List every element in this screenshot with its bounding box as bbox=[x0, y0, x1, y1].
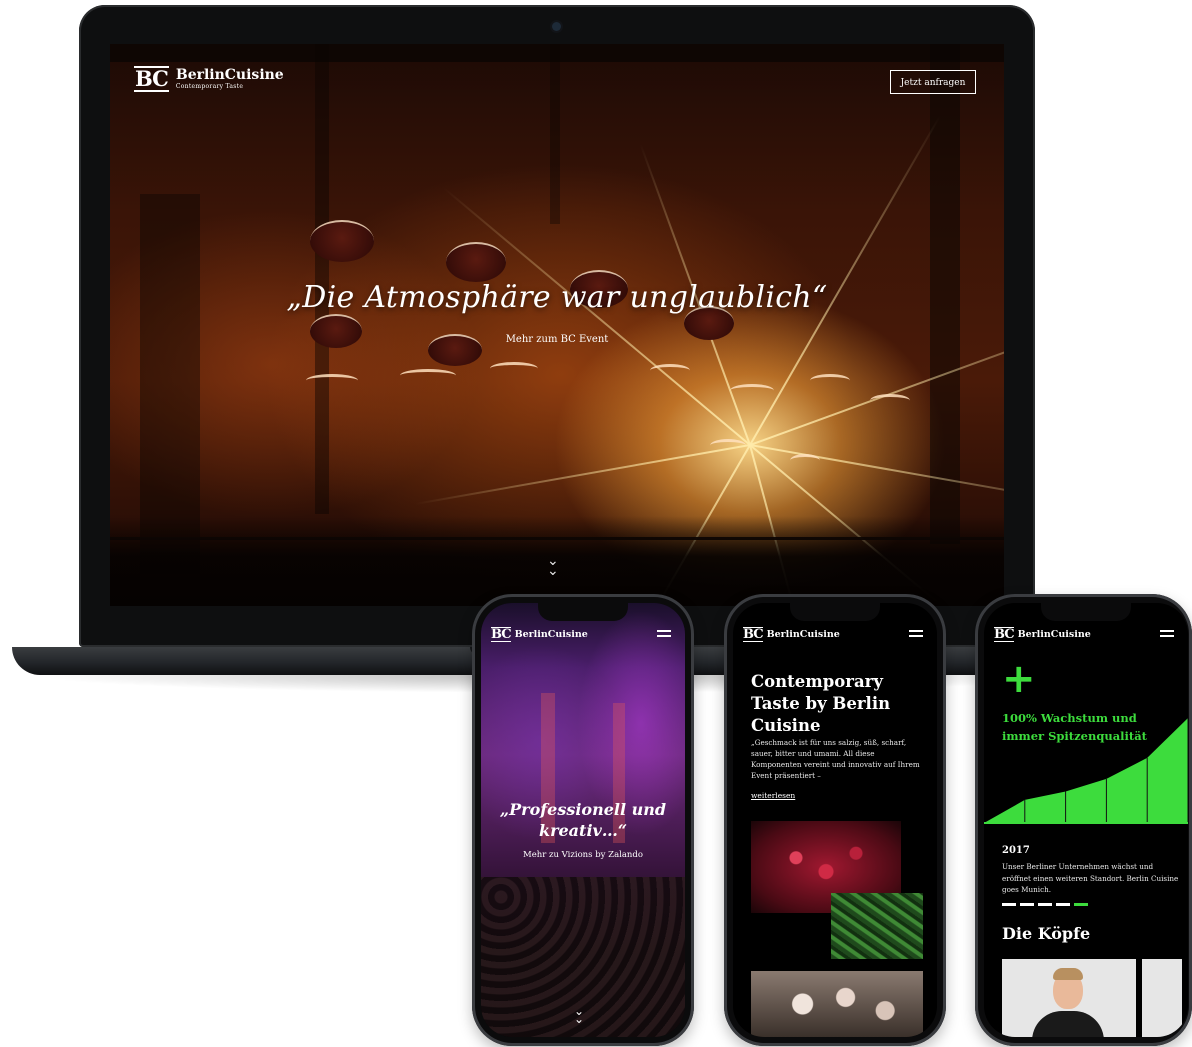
logo-mark: BC bbox=[134, 66, 169, 92]
light-ring bbox=[810, 374, 850, 387]
hero-quote: „Professionell und kreativ…“ bbox=[499, 800, 667, 840]
light-ring bbox=[490, 362, 538, 375]
timeline-pagination[interactable] bbox=[1002, 903, 1088, 906]
phone-notch bbox=[1041, 603, 1131, 621]
hamburger-menu-icon[interactable] bbox=[657, 630, 671, 640]
logo-mark: BC bbox=[994, 627, 1015, 642]
logo-tagline: Contemporary Taste bbox=[175, 83, 244, 90]
pagination-dash[interactable] bbox=[1020, 903, 1034, 906]
logo-name: BerlinCuisine bbox=[1017, 629, 1091, 640]
plus-icon: + bbox=[1002, 656, 1036, 702]
octopus-image bbox=[751, 971, 923, 1037]
pillar-left bbox=[315, 44, 329, 514]
site-logo[interactable]: BC BerlinCuisine bbox=[994, 627, 1091, 642]
request-button[interactable]: Jetzt anfragen bbox=[890, 70, 976, 94]
site-logo[interactable]: BC BerlinCuisine bbox=[743, 627, 840, 642]
hanging-disc bbox=[446, 242, 506, 282]
light-ring bbox=[790, 454, 820, 467]
hanging-disc bbox=[310, 220, 374, 262]
pagination-dash[interactable] bbox=[1074, 903, 1088, 906]
logo-mark: BC bbox=[743, 627, 764, 642]
timeline-text: Unser Berliner Unternehmen wächst und er… bbox=[1002, 862, 1179, 894]
site-logo[interactable]: BC BerlinCuisine bbox=[491, 627, 588, 642]
laptop-screen: BC BerlinCuisine Contemporary Taste Jetz… bbox=[110, 44, 1004, 606]
light-ring bbox=[650, 364, 690, 377]
team-title: Die Köpfe bbox=[1002, 924, 1091, 943]
light-beam bbox=[414, 444, 751, 506]
pagination-dash[interactable] bbox=[1002, 903, 1016, 906]
site-logo[interactable]: BC BerlinCuisine Contemporary Taste bbox=[134, 66, 284, 92]
phone-notch bbox=[538, 603, 628, 621]
hamburger-menu-icon[interactable] bbox=[909, 630, 923, 640]
laptop-camera bbox=[552, 22, 561, 31]
growth-headline: 100% Wachstum und immer Spitzenqualität bbox=[1002, 711, 1147, 743]
read-more-link[interactable]: weiterlesen bbox=[751, 791, 795, 800]
section-body: „Geschmack ist für uns salzig, süß, scha… bbox=[751, 738, 920, 780]
light-ring bbox=[730, 384, 774, 397]
light-ring bbox=[870, 394, 910, 407]
phone-2: BC BerlinCuisine Contemporary Taste by B… bbox=[724, 594, 946, 1046]
logo-name: BerlinCuisine bbox=[514, 629, 588, 640]
light-ring bbox=[400, 369, 456, 382]
pagination-dash[interactable] bbox=[1056, 903, 1070, 906]
team-member-photo[interactable] bbox=[1002, 959, 1136, 1037]
pagination-dash[interactable] bbox=[1038, 903, 1052, 906]
light-ring bbox=[710, 439, 746, 452]
phone-1: BC BerlinCuisine „Professionell und krea… bbox=[472, 594, 694, 1046]
logo-name: BerlinCuisine bbox=[766, 629, 840, 640]
team-member-photo-next[interactable] bbox=[1142, 959, 1182, 1037]
phone-3-screen: BC BerlinCuisine + 100% Wachstum und imm… bbox=[984, 603, 1188, 1037]
light-beam bbox=[749, 300, 1004, 446]
phone-1-screen: BC BerlinCuisine „Professionell und krea… bbox=[481, 603, 685, 1037]
pillar-center bbox=[550, 44, 560, 224]
timeline-year: 2017 bbox=[1002, 845, 1030, 856]
hero-quote: „Die Atmosphäre war unglaublich“ bbox=[286, 280, 828, 315]
person-hair bbox=[1053, 968, 1083, 980]
logo-name: BerlinCuisine bbox=[175, 67, 284, 83]
double-chevron-down-icon[interactable]: ⌄ ⌄ bbox=[547, 554, 559, 578]
hero-link[interactable]: Mehr zum BC Event bbox=[110, 334, 1004, 345]
double-chevron-down-icon[interactable]: ⌄ ⌄ bbox=[574, 1005, 584, 1025]
phone-3: BC BerlinCuisine + 100% Wachstum und imm… bbox=[975, 594, 1192, 1046]
person-torso bbox=[1032, 1011, 1104, 1037]
hero-link[interactable]: Mehr zu Vizions by Zalando bbox=[481, 850, 685, 860]
greens-image bbox=[831, 893, 923, 959]
light-ring bbox=[306, 374, 358, 387]
section-title: Contemporary Taste by Berlin Cuisine bbox=[751, 672, 891, 735]
phone-2-screen: BC BerlinCuisine Contemporary Taste by B… bbox=[733, 603, 937, 1037]
phone-notch bbox=[790, 603, 880, 621]
logo-mark: BC bbox=[491, 627, 512, 642]
hamburger-menu-icon[interactable] bbox=[1160, 630, 1174, 640]
